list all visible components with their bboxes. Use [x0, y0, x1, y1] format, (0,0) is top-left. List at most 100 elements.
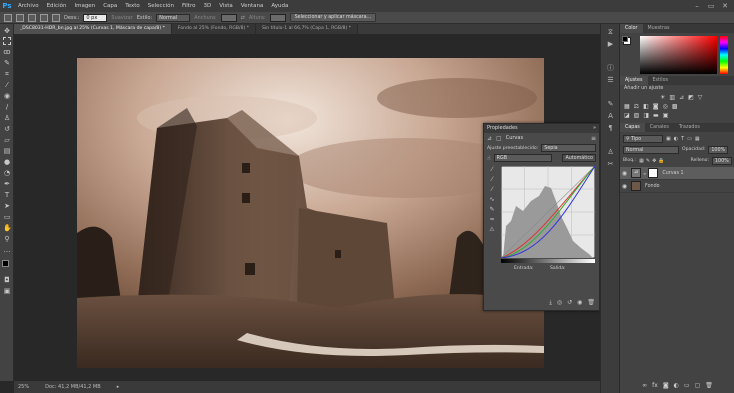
panel-tab[interactable]: Color: [620, 24, 643, 33]
document-tab[interactable]: Sin título-1 al 66,7% (Capa 1, RGB/8) *: [256, 24, 358, 34]
lock-all-icon[interactable]: 🔒: [658, 158, 664, 164]
pencil-icon[interactable]: ✎: [487, 206, 497, 216]
move-tool-icon[interactable]: ✥: [3, 27, 11, 35]
layer-name-curves[interactable]: Curvas 1: [662, 171, 683, 176]
panel-tab[interactable]: Estilos: [648, 76, 674, 85]
link-layers-icon[interactable]: ∞: [642, 382, 647, 391]
menu-item[interactable]: Imagen: [70, 0, 99, 12]
antialias-label[interactable]: Suavizar: [111, 15, 133, 21]
panel-tab[interactable]: Trazados: [674, 123, 705, 132]
new-group-icon[interactable]: ▭: [684, 382, 690, 391]
invert-icon[interactable]: ◪: [624, 112, 630, 119]
zoom-icon[interactable]: ⚲: [3, 235, 11, 243]
tool-presets-icon[interactable]: ✂: [606, 160, 615, 168]
history-panel-icon[interactable]: ⧖: [606, 28, 615, 36]
type-icon[interactable]: T: [3, 191, 11, 199]
screen-mode-icon[interactable]: ▣: [3, 287, 11, 295]
photo-filter-icon[interactable]: ◙: [653, 103, 659, 110]
white-point-eyedropper-icon[interactable]: ⁄: [487, 186, 497, 196]
menu-item[interactable]: Vista: [215, 0, 237, 12]
on-image-adjust-icon[interactable]: ☝: [487, 155, 491, 162]
layer-style-icon[interactable]: fx: [652, 382, 658, 391]
minimize-button[interactable]: –: [690, 0, 704, 12]
layer-filter-select[interactable]: ⚲ Tipo: [623, 134, 663, 143]
healing-brush-icon[interactable]: ◉: [3, 92, 11, 100]
color-balance-icon[interactable]: ⚖: [634, 103, 639, 110]
threshold-icon[interactable]: ◨: [643, 112, 649, 119]
crop-icon[interactable]: ⌗: [3, 70, 11, 78]
delete-adjustment-icon[interactable]: 🗑: [587, 299, 595, 308]
quick-mask-icon[interactable]: ◘: [3, 276, 11, 284]
lasso-icon[interactable]: ꝏ: [3, 48, 11, 56]
document-tab[interactable]: _DSC8031-HDR_bn.jpg al 25% (Curvas 1, Má…: [14, 24, 172, 34]
gradient-icon[interactable]: ▤: [3, 147, 11, 155]
actions-panel-icon[interactable]: ▶: [606, 40, 615, 48]
quick-select-icon[interactable]: ✎: [3, 59, 11, 67]
properties-menu-icon[interactable]: ≡: [591, 135, 596, 142]
new-layer-icon[interactable]: ▢: [695, 382, 701, 391]
status-arrow-icon[interactable]: ▸: [117, 384, 120, 390]
new-adjustment-icon[interactable]: ◐: [674, 382, 679, 391]
panel-tab[interactable]: Canales: [645, 123, 674, 132]
pen-icon[interactable]: ✒: [3, 180, 11, 188]
more-tools-icon[interactable]: …: [3, 246, 11, 254]
vibrance-icon[interactable]: ▽: [698, 94, 703, 101]
levels-icon[interactable]: ▥: [669, 94, 675, 101]
opacity-input[interactable]: 100%: [708, 145, 729, 154]
delete-layer-icon[interactable]: 🗑: [705, 382, 713, 391]
width-input[interactable]: [220, 13, 237, 22]
brush-icon[interactable]: ∕: [3, 103, 11, 111]
menu-item[interactable]: Selección: [144, 0, 178, 12]
posterize-icon[interactable]: ▧: [634, 112, 640, 119]
history-brush-icon[interactable]: ↺: [3, 125, 11, 133]
blur-icon[interactable]: ●: [3, 158, 11, 166]
maximize-button[interactable]: ▭: [704, 0, 718, 12]
curves-adjust-icon[interactable]: ⊿: [679, 94, 684, 101]
curve-graph[interactable]: [501, 166, 595, 258]
filter-smart-icon[interactable]: ▦: [695, 136, 700, 142]
bw-icon[interactable]: ◧: [643, 103, 649, 110]
height-input[interactable]: [269, 13, 286, 22]
intersect-selection-icon[interactable]: [52, 13, 60, 22]
path-select-icon[interactable]: ➤: [3, 202, 11, 210]
chain-icon[interactable]: ∞: [643, 171, 646, 176]
color-field[interactable]: [640, 36, 717, 74]
menu-item[interactable]: Archivo: [14, 0, 43, 12]
blend-mode-select[interactable]: Normal: [623, 145, 679, 154]
gradient-map-icon[interactable]: ▬: [653, 112, 659, 119]
selective-color-icon[interactable]: ▣: [663, 112, 669, 119]
bg-swatch[interactable]: [622, 36, 628, 42]
character-panel-icon[interactable]: A: [606, 112, 615, 120]
channel-mixer-icon[interactable]: ◎: [663, 103, 668, 110]
panel-tab[interactable]: Capas: [620, 123, 645, 132]
marquee-tool-icon[interactable]: [4, 13, 12, 22]
filter-adjust-icon[interactable]: ◐: [674, 136, 678, 142]
filter-type-icon[interactable]: T: [681, 136, 684, 142]
reset-icon[interactable]: ↺: [567, 299, 572, 308]
gray-point-eyedropper-icon[interactable]: ⁄: [487, 176, 497, 186]
clone-stamp-icon[interactable]: ♙: [3, 114, 11, 122]
hue-slider[interactable]: [720, 36, 728, 74]
fill-input[interactable]: 100%: [712, 156, 732, 165]
layer-row-curves[interactable]: ◉ ⊿ ∞ Curvas 1: [620, 167, 734, 180]
lock-position-icon[interactable]: ✥: [652, 158, 656, 164]
preset-select[interactable]: Sepia: [541, 144, 596, 152]
dodge-icon[interactable]: ◔: [3, 169, 11, 177]
mask-icon[interactable]: ▢: [496, 135, 502, 142]
clone-source-icon[interactable]: ♙: [606, 148, 615, 156]
layer-name-fondo[interactable]: Fondo: [645, 184, 660, 189]
menu-item[interactable]: Edición: [43, 0, 71, 12]
select-and-mask-button[interactable]: Seleccionar y aplicar máscara...: [289, 13, 377, 22]
hand-icon[interactable]: ✋: [3, 224, 12, 232]
brightness-icon[interactable]: ☀: [660, 94, 665, 101]
brush-presets-icon[interactable]: ✎: [606, 100, 615, 108]
lock-transparency-icon[interactable]: ▦: [639, 158, 644, 164]
style-select[interactable]: Normal: [156, 13, 191, 22]
document-image[interactable]: [77, 58, 544, 368]
auto-button[interactable]: Automático: [562, 154, 596, 162]
menu-item[interactable]: Capa: [99, 0, 121, 12]
add-selection-icon[interactable]: [28, 13, 36, 22]
properties-panel-icon[interactable]: ☰: [606, 76, 615, 84]
view-previous-icon[interactable]: ◎: [557, 299, 562, 308]
menu-item[interactable]: Filtro: [178, 0, 199, 12]
